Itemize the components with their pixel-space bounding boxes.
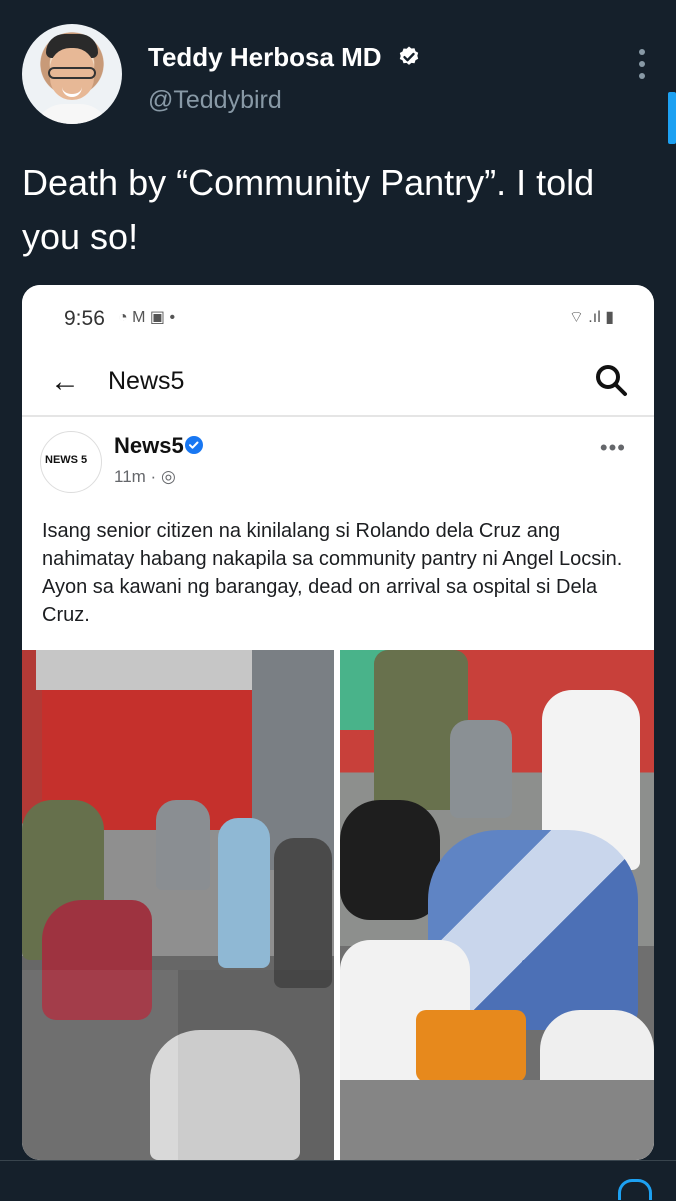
- post-more-options-icon: •••: [599, 435, 626, 460]
- orange-bag: [416, 1010, 526, 1082]
- shop-shutter: [36, 650, 266, 690]
- scrollbar-thumb[interactable]: [668, 92, 676, 144]
- news5-logo-icon: NEWS 5: [40, 431, 102, 493]
- avatar-glasses: [48, 67, 96, 79]
- sidewalk-tiles: [22, 970, 334, 1160]
- search-icon: [596, 365, 627, 396]
- post-time: 11m · ◎: [114, 467, 176, 487]
- back-arrow-icon: ←: [50, 365, 80, 398]
- photo-right: [340, 650, 654, 1160]
- status-notification-icons: ◔ M ▣ •: [118, 309, 176, 326]
- seated-man-figure: [450, 720, 512, 818]
- man-sitting-figure: [156, 800, 210, 890]
- woman-standing-figure: [274, 838, 332, 988]
- verified-icon: [399, 46, 418, 65]
- photo-left: [22, 650, 334, 1160]
- tweet-text: Death by “Community Pantry”. I told you …: [22, 162, 595, 257]
- status-signal-icons: ⌔ .ıl ▮: [568, 309, 614, 326]
- author-avatar[interactable]: [22, 24, 122, 124]
- app-bar-title: News5: [108, 367, 185, 395]
- status-time: 9:56: [64, 307, 105, 330]
- tweet-header: Teddy Herbosa MD @Teddybird: [22, 24, 662, 134]
- page-name: News5: [114, 433, 184, 458]
- author-name-text: Teddy Herbosa MD: [148, 42, 382, 72]
- phone-status-bar: 9:56 ◔ M ▣ • ⌔ .ıl ▮: [22, 285, 654, 349]
- globe-icon: ◎: [160, 467, 176, 486]
- bottom-bar: [0, 1160, 676, 1201]
- author-handle[interactable]: @Teddybird: [148, 86, 282, 115]
- road-surface: [340, 1080, 654, 1160]
- post-body-text: Isang senior citizen na kinilalang si Ro…: [42, 520, 623, 626]
- facebook-post-header: NEWS 5 News5 11m · ◎ •••: [22, 417, 654, 513]
- woman-crying-figure: [218, 818, 270, 968]
- news5-logo-text: NEWS 5: [45, 454, 88, 466]
- author-display-name[interactable]: Teddy Herbosa MD: [148, 42, 421, 73]
- avatar-shirt: [34, 104, 110, 124]
- share-icon[interactable]: [618, 1179, 652, 1200]
- facebook-app-bar: ← News5: [22, 349, 654, 417]
- page-verified-icon: [185, 436, 203, 454]
- more-options-icon[interactable]: [632, 44, 652, 84]
- black-hair-helper-figure: [340, 800, 440, 920]
- post-time-text: 11m ·: [114, 467, 157, 486]
- tweet-media-image[interactable]: 9:56 ◔ M ▣ • ⌔ .ıl ▮ ← News5 NEWS 5 News…: [22, 285, 654, 1160]
